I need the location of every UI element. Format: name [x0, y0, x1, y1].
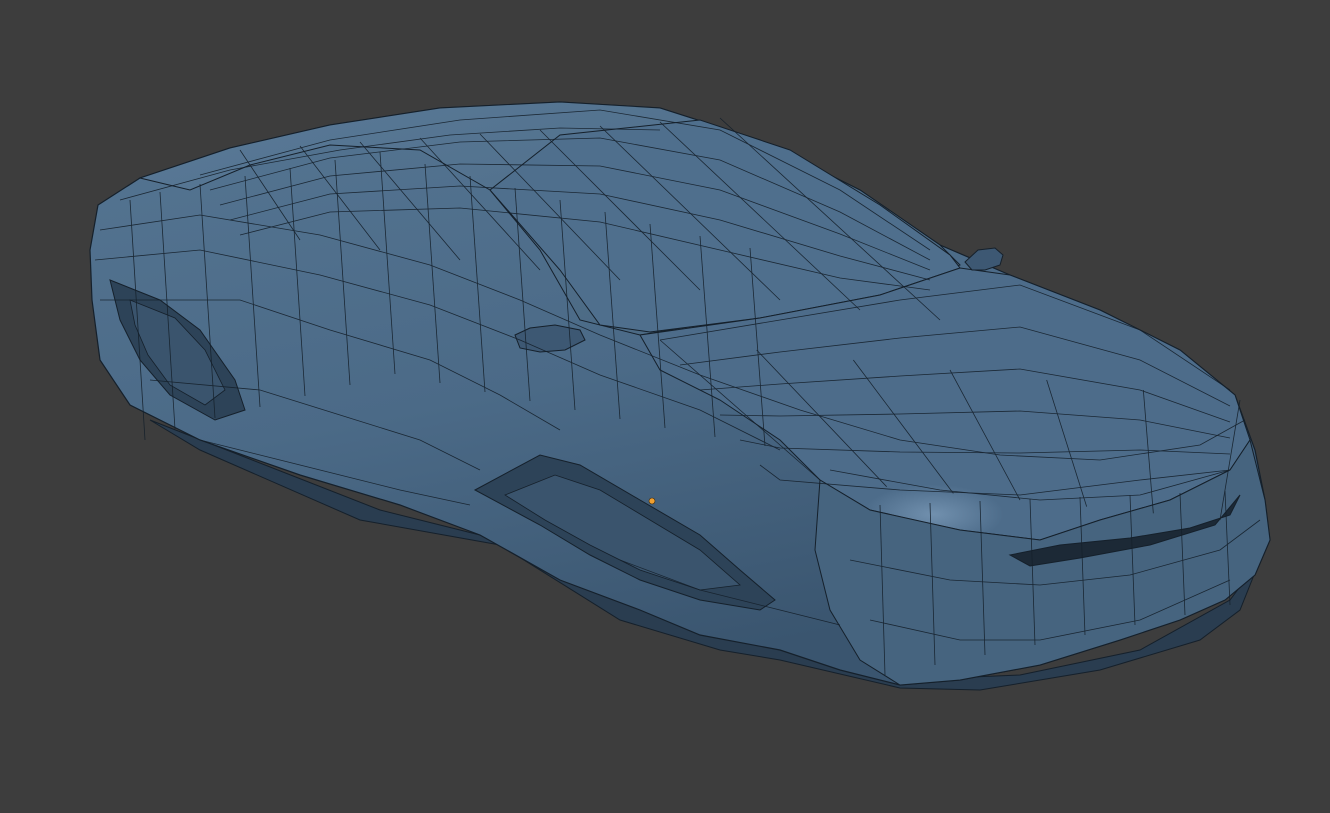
object-origin-point[interactable] [648, 497, 656, 505]
right-side-mirror [964, 247, 1004, 271]
viewport-scene[interactable] [0, 0, 1330, 813]
3d-viewport[interactable] [0, 0, 1330, 813]
